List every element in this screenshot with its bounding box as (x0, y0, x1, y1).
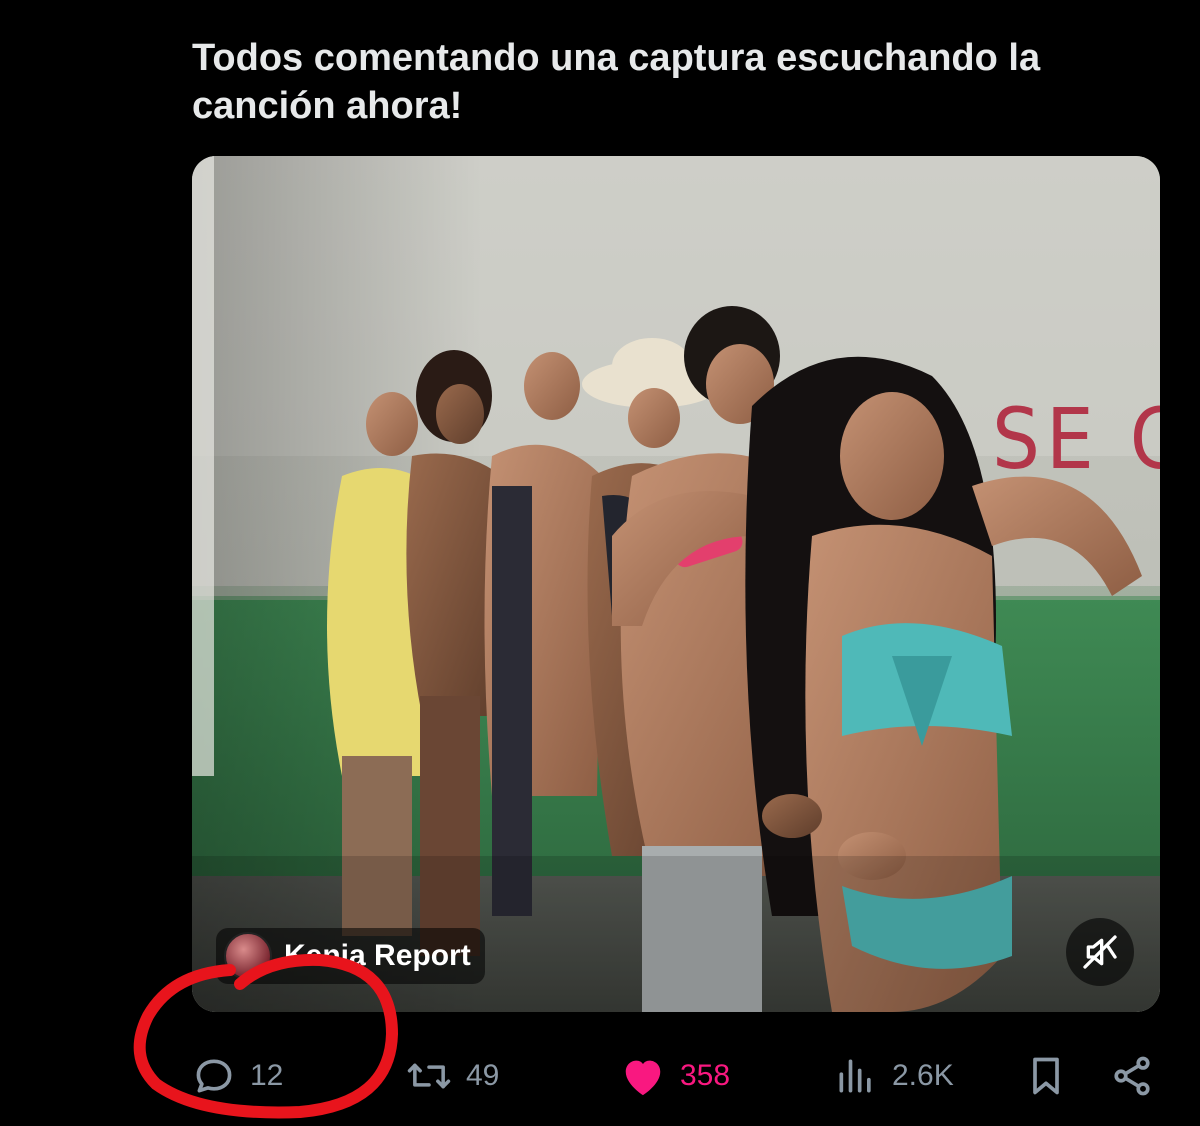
views-count: 2.6K (892, 1059, 954, 1092)
tweet-action-bar: 12 49 358 2.6K (192, 1046, 1160, 1106)
views-bar-chart-icon (839, 1059, 871, 1093)
views-button[interactable]: 2.6K (834, 1046, 954, 1106)
share-button[interactable] (1110, 1046, 1154, 1106)
reply-bubble-icon (196, 1059, 232, 1093)
mute-button[interactable] (1066, 918, 1134, 986)
tweet-media-video[interactable]: SE C (192, 156, 1160, 1012)
reply-button[interactable]: 12 (192, 1046, 283, 1106)
tweet-text: Todos comentando una captura escuchando … (192, 37, 1051, 127)
retweet-button[interactable]: 49 (406, 1046, 499, 1106)
share-icon (1114, 1056, 1150, 1096)
speaker-muted-icon (1083, 935, 1117, 969)
wall-lettering: SE C (992, 390, 1160, 488)
retweet-icon (407, 1063, 451, 1089)
source-name: Kenia Report (284, 939, 471, 972)
source-avatar (224, 932, 272, 980)
media-source-badge[interactable]: Kenia Report (216, 928, 485, 984)
bookmark-icon (1033, 1057, 1059, 1095)
like-button[interactable]: 358 (620, 1046, 730, 1106)
video-frame: SE C (192, 156, 1160, 1012)
reply-count: 12 (250, 1059, 284, 1092)
bookmark-button[interactable] (1024, 1046, 1068, 1106)
retweet-count: 49 (466, 1059, 500, 1092)
heart-icon (625, 1060, 661, 1096)
like-count: 358 (680, 1059, 731, 1092)
